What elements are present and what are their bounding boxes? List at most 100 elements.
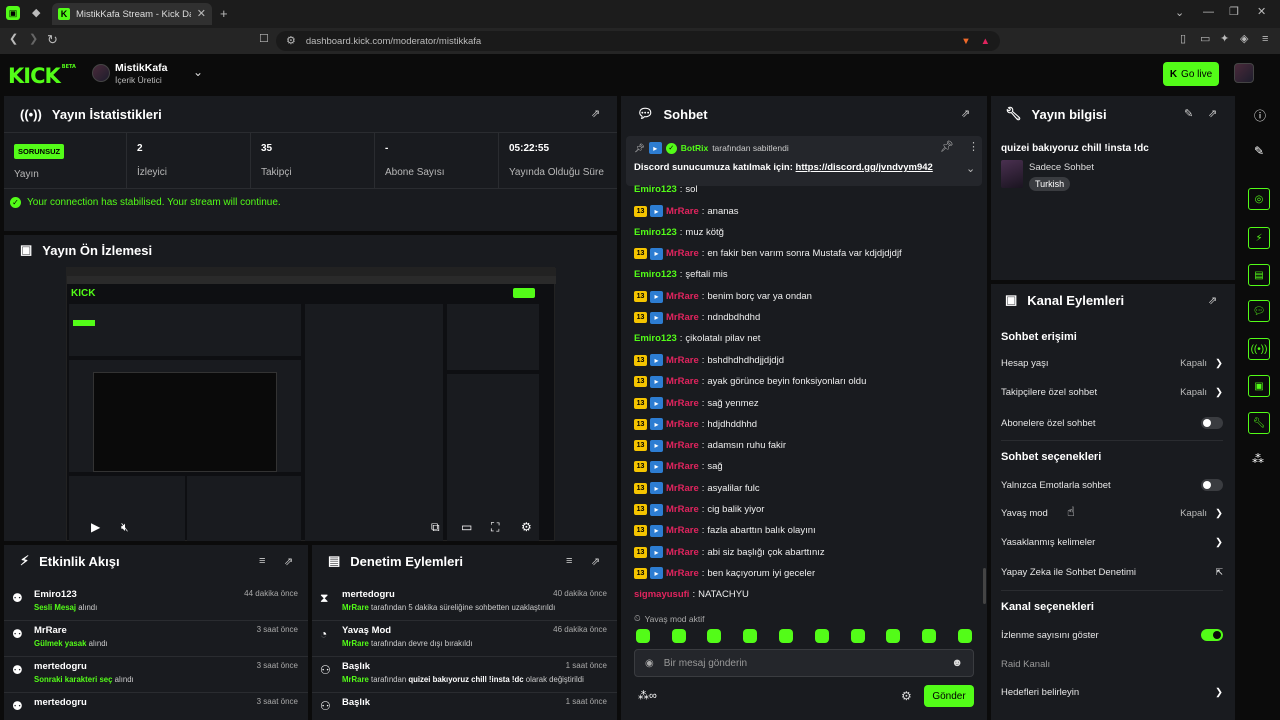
chat-message[interactable]: 13 ▸ MrRare: en fakir ben varım sonra Musta…	[634, 247, 902, 260]
chat-message[interactable]: Emiro123: sol	[634, 184, 698, 195]
subs-only-row[interactable]: Abonelere özel sohbet	[1001, 417, 1223, 429]
wallet-icon[interactable]: ▭	[1200, 34, 1210, 45]
chat-username[interactable]: Emiro123	[634, 269, 677, 280]
popout-icon[interactable]: ⇗	[284, 555, 296, 568]
filter-icon[interactable]: ≡	[566, 555, 578, 567]
infinity-icon[interactable]: ⁂∞	[638, 689, 657, 702]
user-avatar[interactable]	[1234, 63, 1254, 83]
settings-icon[interactable]: ⚙	[521, 520, 532, 534]
edit-icon[interactable]: ✎	[1184, 107, 1196, 120]
browser-menu-icon[interactable]: ◆	[32, 8, 40, 19]
chat-username[interactable]: MrRare	[666, 483, 699, 494]
chat-input[interactable]: ◉ Bir mesaj gönderin ☻	[634, 649, 974, 677]
browser-tab[interactable]: K MistikKafa Stream - Kick Dashbo ✕	[52, 3, 212, 25]
play-icon[interactable]: ▶	[91, 520, 100, 534]
tab-search-icon[interactable]: ⌄	[1175, 8, 1184, 19]
chevron-down-icon[interactable]: ⌄	[966, 164, 975, 175]
emote-icon[interactable]	[958, 629, 972, 643]
sidebar-toggle-icon[interactable]: ▯	[1180, 34, 1186, 45]
activity-icon[interactable]: ⚡︎	[1248, 227, 1270, 249]
chat-message[interactable]: 13 ▸ MrRare: ayak görünce beyin fonksiyonla…	[634, 375, 866, 388]
moderation-item[interactable]: ◔ Yavaş Mod MrRare tarafından devre dışı…	[312, 621, 617, 657]
activity-item[interactable]: ⚉ Emiro123 Sesli Mesaj alındı 44 dakika …	[4, 585, 308, 621]
activity-item[interactable]: ⚉ MrRare Gülmek yasak alındı 3 saat önce	[4, 621, 308, 657]
chat-icon[interactable]: 💬︎	[1248, 300, 1270, 322]
chat-message[interactable]: 13 ▸ MrRare: ananas	[634, 205, 739, 218]
minimize-icon[interactable]: —	[1203, 7, 1214, 18]
info-icon[interactable]: ⓘ	[1254, 107, 1266, 124]
chat-message[interactable]: 13 ▸ MrRare: abi siz başlığı çok abarttınız	[634, 546, 825, 559]
maximize-icon[interactable]: ❐	[1229, 7, 1239, 18]
set-goals-row[interactable]: Hedefleri belirleyin ❯	[1001, 687, 1223, 698]
emote-icon[interactable]	[636, 629, 650, 643]
broadcast-icon[interactable]: ((•))	[1248, 338, 1270, 360]
chat-username[interactable]: sigmayusufi	[634, 589, 689, 600]
moderation-item[interactable]: ⚇ Başlık 1 saat önce	[312, 693, 617, 720]
chat-username[interactable]: MrRare	[666, 248, 699, 259]
chat-message[interactable]: Emiro123: muz kötğ	[634, 227, 724, 238]
activity-item[interactable]: ⚉ mertedogru Sonraki karakteri seç alınd…	[4, 657, 308, 693]
browser-menu-icon-2[interactable]: ≡	[1262, 34, 1268, 45]
emote-icon[interactable]	[743, 629, 757, 643]
ai-icon[interactable]: ✦	[1220, 34, 1229, 45]
chat-username[interactable]: MrRare	[666, 461, 699, 472]
window-close-icon[interactable]: ✕	[1257, 7, 1266, 18]
chat-message[interactable]: 13 ▸ MrRare: benim borç var ya ondan	[634, 290, 812, 303]
bookmark-icon[interactable]: ☐	[259, 34, 269, 45]
chat-username[interactable]: MrRare	[666, 440, 699, 451]
more-icon[interactable]: ⋮	[968, 142, 979, 153]
chevron-down-icon[interactable]: ⌄	[193, 66, 203, 78]
site-info-icon[interactable]: ⚙	[286, 35, 296, 47]
followers-only-row[interactable]: Takipçilere özel sohbet Kapalı ❯	[1001, 387, 1223, 398]
popout-icon[interactable]: ⇗	[1208, 294, 1220, 307]
kick-logo[interactable]: KICK BETA	[8, 64, 76, 88]
account-age-row[interactable]: Hesap yaşı Kapalı ❯	[1001, 358, 1223, 369]
url-field[interactable]: ⚙ dashboard.kick.com/moderator/mistikkaf…	[276, 31, 1000, 51]
stream-stats-icon[interactable]: ◎	[1248, 188, 1270, 210]
chat-message[interactable]: 13 ▸ MrRare: bshdhdhdhdjjdjdjd	[634, 354, 784, 367]
brave-shield-icon[interactable]: ▼	[961, 36, 970, 47]
chat-username[interactable]: MrRare	[666, 547, 699, 558]
chat-username[interactable]: MrRare	[666, 355, 699, 366]
popout-icon[interactable]: ⇗	[961, 107, 973, 120]
emote-picker-icon[interactable]: ☻	[951, 657, 963, 669]
go-live-button[interactable]: K Go live	[1163, 62, 1219, 86]
moderation-item[interactable]: ⚇ Başlık MrRare tarafından quizei bakıyo…	[312, 657, 617, 693]
pencil-icon[interactable]: ✎	[1254, 144, 1264, 158]
back-icon[interactable]: ❮	[9, 34, 18, 45]
chat-username[interactable]: MrRare	[666, 504, 699, 515]
add-widget-icon[interactable]: ⁂	[1252, 452, 1264, 466]
stream-preview-video[interactable]: KICK ▶ 🔇︎ ⧉ ▭ ⛶ ⚙	[66, 267, 556, 541]
theater-icon[interactable]: ▭	[461, 520, 472, 534]
close-tab-icon[interactable]: ✕	[197, 8, 206, 20]
moderation-icon[interactable]: ▤	[1248, 264, 1270, 286]
emote-icon[interactable]	[851, 629, 865, 643]
unpin-icon[interactable]: 📌︎	[940, 142, 954, 153]
chat-settings-icon[interactable]: ⚙	[901, 689, 912, 703]
channel-avatar[interactable]	[92, 64, 110, 82]
forward-icon[interactable]: ❯	[29, 34, 38, 45]
vpn-icon[interactable]: ◈	[1240, 34, 1248, 45]
emote-icon[interactable]	[886, 629, 900, 643]
show-viewers-row[interactable]: İzlenme sayısını göster	[1001, 629, 1223, 641]
emote-only-row[interactable]: Yalnızca Emotlarla sohbet	[1001, 479, 1223, 491]
emote-only-toggle[interactable]	[1201, 479, 1223, 491]
chat-message[interactable]: 13 ▸ MrRare: asyalilar fulc	[634, 482, 760, 495]
chat-message[interactable]: Emiro123: şeftali mis	[634, 269, 728, 280]
rewards-icon[interactable]: ▲	[981, 36, 990, 47]
channel-switcher[interactable]: MistikKafa İçerik Üretici	[115, 62, 168, 85]
fullscreen-icon[interactable]: ⛶	[491, 520, 499, 535]
chat-message[interactable]: sigmayusufi: NATACHYU	[634, 589, 749, 600]
emote-icon[interactable]	[815, 629, 829, 643]
emote-icon[interactable]	[779, 629, 793, 643]
chat-username[interactable]: Emiro123	[634, 333, 677, 344]
new-tab-icon[interactable]: +	[220, 7, 228, 20]
chat-username[interactable]: MrRare	[666, 568, 699, 579]
slow-mode-row[interactable]: Yavaş mod Kapalı ❯	[1001, 508, 1223, 519]
ai-moderation-row[interactable]: Yapay Zeka ile Sohbet Denetimi ⇱	[1001, 567, 1223, 578]
moderation-item[interactable]: ⧗ mertedogru MrRare tarafından 5 dakika …	[312, 585, 617, 621]
chat-username[interactable]: Emiro123	[634, 184, 677, 195]
subs-only-toggle[interactable]	[1201, 417, 1223, 429]
chat-username[interactable]: MrRare	[666, 419, 699, 430]
browser-app-icon[interactable]: ▣	[6, 6, 20, 20]
